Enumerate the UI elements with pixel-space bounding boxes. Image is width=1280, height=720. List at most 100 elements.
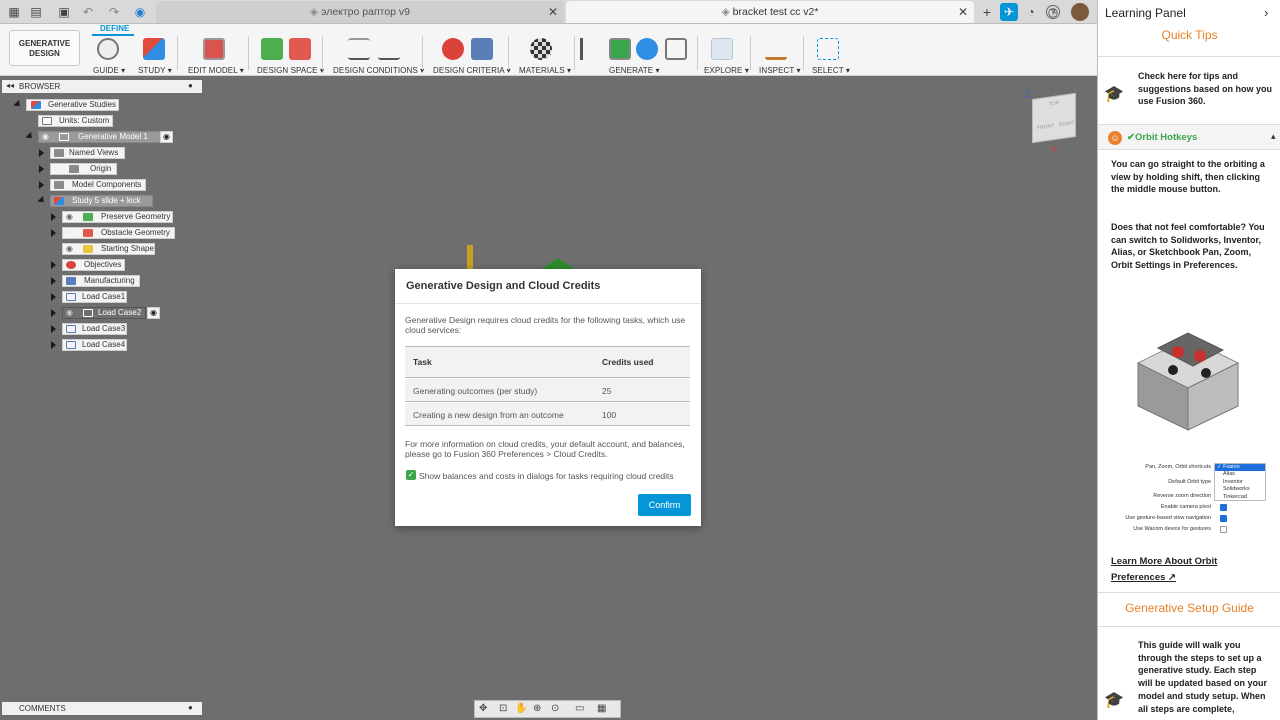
select-group[interactable]: SELECT ▾ [810,24,850,76]
inspect-group[interactable]: INSPECT ▾ [757,24,801,76]
design-conditions-group[interactable]: DESIGN CONDITIONS ▾ [330,24,424,76]
expand-arrow-icon[interactable] [51,325,56,333]
table-header: Task Credits used [405,346,690,378]
guide-group[interactable]: GUIDE ▾ [92,24,126,76]
starting-shape-icon [83,245,93,253]
visibility-eye-icon[interactable]: ◉ [42,132,49,142]
expand-arrow-icon[interactable] [51,229,56,237]
pan-icon[interactable]: ✋ [515,703,527,714]
cloud-icon [636,38,658,60]
tree-node-load-case-2[interactable]: ◉ Load Case2 [62,307,146,319]
tree-node-manufacturing[interactable]: Manufacturing [62,275,140,287]
visibility-eye-icon[interactable]: ◉ [66,244,73,254]
expand-arrow-icon[interactable] [51,341,56,349]
new-tab-icon[interactable]: + [979,4,995,20]
save-icon[interactable]: ▣ [56,4,72,20]
expand-arrow-icon[interactable] [39,181,44,189]
file-menu-icon[interactable]: ▤ [28,4,44,20]
manufacturing-icon [66,277,76,285]
materials-group[interactable]: MATERIALS ▾ [516,24,571,76]
divider [322,36,323,70]
study-group[interactable]: STUDY ▾ [137,24,172,76]
preserve-geometry-icon [83,213,93,221]
activate-radio-icon[interactable]: ◉ [160,131,173,143]
tree-node-generative-model[interactable]: ◉ Generative Model 1 [38,131,162,143]
materials-icon [530,38,552,60]
tree-node-obstacle-geometry[interactable]: ◌ Obstacle Geometry [62,227,175,239]
chevron-right-icon[interactable]: › [1264,5,1268,20]
visibility-eye-icon[interactable]: ◌ [66,228,71,238]
design-criteria-group[interactable]: DESIGN CRITERIA ▾ [430,24,511,76]
checkbox-checked-icon [1220,515,1227,522]
edit-model-icon [203,38,225,60]
browser-header[interactable]: ◂◂ BROWSER ● [2,80,202,93]
fit-icon[interactable]: ⊙ [551,703,559,714]
close-tab-icon[interactable]: ✕ [958,5,968,19]
generate-group[interactable]: GENERATE ▾ [578,24,690,76]
learn-more-link[interactable]: Learn More About Orbit Preferences ↗ [1111,554,1261,586]
avatar[interactable] [1071,3,1089,21]
tree-node-preserve-geometry[interactable]: ◉ Preserve Geometry [62,211,173,223]
compass-icon [97,38,119,60]
study-icon [54,197,64,205]
tree-node-origin[interactable]: ◌ Origin [50,163,117,175]
redo-icon[interactable]: ↷ [106,4,122,20]
look-at-icon[interactable]: ⊡ [499,703,507,714]
graduation-cap-icon: 🎓 [1104,692,1124,709]
manufacturing-icon [471,38,493,60]
pin-icon[interactable]: ● [188,81,193,90]
expand-arrow-icon[interactable] [39,165,44,173]
grid-settings-icon[interactable]: ▦ [597,703,606,714]
design-space-group[interactable]: DESIGN SPACE ▾ [255,24,324,76]
obstacle-geometry-icon [289,38,311,60]
tree-node-study[interactable]: Study 5 slide + kick [50,195,153,207]
help-circle-icon[interactable]: ? [1046,5,1060,19]
collapse-icon[interactable]: ◂◂ [6,81,14,90]
edit-model-group[interactable]: EDIT MODEL ▾ [186,24,244,76]
show-balances-checkbox[interactable]: ✓ [406,470,416,480]
orbit-options-dropdown: ✓ Fusion Alias Inventor Solidworks Tinke… [1214,463,1266,501]
visibility-eye-icon[interactable]: ◉ [66,212,73,222]
orbit-hotkeys-header[interactable]: ☺ ✔Orbit Hotkeys ▴ [1098,124,1280,150]
visibility-eye-icon[interactable]: ◌ [54,164,59,174]
expand-arrow-icon[interactable] [51,309,56,317]
expand-arrow-icon[interactable] [51,277,56,285]
pin-icon[interactable]: ● [188,703,193,712]
tree-node-objectives[interactable]: Objectives [62,259,125,271]
tree-node-load-case-3[interactable]: Load Case3 [62,323,127,335]
app-grid-icon[interactable]: ▦ [6,4,22,20]
tree-node-named-views[interactable]: Named Views [50,147,125,159]
tree-node-units[interactable]: Units: Custom [38,115,113,127]
expand-arrow-icon[interactable] [51,213,56,221]
expand-arrow-icon[interactable] [39,149,44,157]
tree-node-model-components[interactable]: Model Components [50,179,146,191]
tab-bracket-test[interactable]: ◈ bracket test cc v2* ✕ [566,1,974,23]
viewcube[interactable]: TOP FRONT RIGHT [1032,92,1076,144]
comments-bar[interactable]: COMMENTS ● [2,702,202,715]
zoom-icon[interactable]: ⊕ [533,703,541,714]
expand-arrow-icon[interactable] [51,293,56,301]
extensions-icon[interactable]: ◔ [1023,4,1039,20]
visibility-eye-icon[interactable]: ◉ [66,308,73,318]
display-settings-icon[interactable]: ▭ [575,703,584,714]
expand-arrow-icon[interactable] [51,261,56,269]
collapse-caret-icon[interactable]: ▴ [1271,131,1276,142]
tree-node-generative-studies[interactable]: Generative Studies [26,99,119,111]
axis-x-label: X [1052,145,1058,154]
activate-radio-icon[interactable]: ◉ [147,307,160,319]
workspace-switcher[interactable]: GENERATIVE DESIGN [9,30,80,66]
axis-z-label: Z [1025,90,1030,99]
model-part [467,245,473,271]
close-tab-icon[interactable]: ✕ [548,5,558,19]
undo-icon[interactable]: ↶ [80,4,96,20]
tab-electro-raptor[interactable]: ◈ электро раптор v9 ✕ [156,1,564,23]
tree-node-load-case-1[interactable]: Load Case1 [62,291,127,303]
orbit-icon[interactable]: ✥ [479,703,487,714]
confirm-button[interactable]: Confirm [638,494,691,516]
tree-node-starting-shape[interactable]: ◉ Starting Shape [62,243,155,255]
learning-icon[interactable]: ✈ [1000,3,1018,21]
explore-group[interactable]: EXPLORE ▾ [704,24,749,76]
job-status-icon[interactable]: ◉ [132,4,148,20]
tree-node-load-case-4[interactable]: Load Case4 [62,339,127,351]
settings-icon [665,38,687,60]
